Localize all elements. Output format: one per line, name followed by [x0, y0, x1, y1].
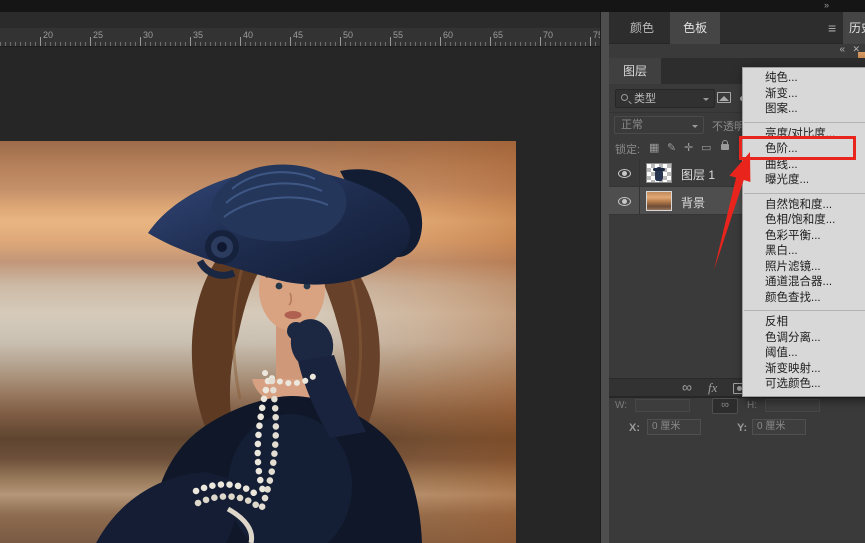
divider — [639, 159, 640, 186]
blend-mode-select[interactable]: 正常 — [614, 116, 704, 134]
menu-item-pattern[interactable]: 图案... — [743, 102, 865, 118]
lock-position-icon[interactable]: ✛ — [684, 141, 693, 154]
ruler-number: 35 — [193, 30, 203, 40]
ruler-number: 60 — [443, 30, 453, 40]
visibility-eye-icon[interactable] — [618, 197, 631, 206]
chevron-down-icon — [692, 125, 698, 131]
horizontal-ruler: 20 25 30 35 40 45 50 55 60 65 70 75 — [0, 28, 600, 47]
search-icon — [621, 94, 628, 101]
chevron-down-icon — [703, 98, 709, 104]
layer-filter-select[interactable]: 类型 — [615, 89, 715, 108]
filter-kind-label: 类型 — [634, 91, 656, 108]
menu-item-posterize[interactable]: 色调分离... — [743, 331, 865, 347]
layer-thumbnail[interactable] — [646, 163, 672, 183]
menu-item-selective-color[interactable]: 可选颜色... — [743, 377, 865, 393]
width-label: W: — [615, 400, 627, 411]
menu-item-solid-color[interactable]: 纯色... — [743, 71, 865, 87]
properties-wh-row: W: ∞ H: — [609, 398, 865, 415]
x-label: X: — [629, 422, 640, 434]
filter-pixel-layers-icon[interactable] — [717, 92, 731, 103]
menu-item-gradient[interactable]: 渐变... — [743, 87, 865, 103]
canvas-photo[interactable] — [0, 141, 516, 543]
layer-thumbnail[interactable] — [646, 191, 672, 211]
ruler-number: 70 — [543, 30, 553, 40]
collapse-panel-icon[interactable]: « — [839, 44, 843, 55]
tab-color[interactable]: 颜色 — [617, 12, 667, 44]
menu-item-invert[interactable]: 反相 — [743, 315, 865, 331]
properties-xy-row: X: 0 厘米 Y: 0 厘米 — [609, 415, 865, 442]
y-field[interactable]: 0 厘米 — [752, 419, 806, 435]
link-wh-icon[interactable]: ∞ — [712, 398, 738, 414]
ruler-major-ticks — [40, 37, 600, 46]
tab-history[interactable]: 历史 — [843, 12, 865, 44]
ruler-number: 45 — [293, 30, 303, 40]
ruler-number: 65 — [493, 30, 503, 40]
divider — [639, 187, 640, 214]
ruler-number: 30 — [143, 30, 153, 40]
tab-swatches[interactable]: 色板 — [670, 12, 720, 44]
options-bar — [0, 12, 600, 28]
title-strip: » — [0, 0, 865, 12]
x-field[interactable]: 0 厘米 — [647, 419, 701, 435]
menu-item-threshold[interactable]: 阈值... — [743, 346, 865, 362]
height-label: H: — [747, 400, 757, 411]
y-label: Y: — [737, 422, 747, 434]
height-field[interactable] — [765, 399, 820, 412]
tab-layers[interactable]: 图层 — [609, 58, 661, 84]
width-field[interactable] — [635, 399, 690, 412]
menu-separator — [744, 310, 865, 311]
ruler-number: 55 — [393, 30, 403, 40]
layer-style-fx-icon[interactable]: fx — [708, 380, 717, 396]
document-area: 20 25 30 35 40 45 50 55 60 65 70 75 — [0, 12, 600, 543]
panel-group-header: « ✕ — [609, 44, 865, 58]
ruler-number: 25 — [93, 30, 103, 40]
layer-figure — [655, 167, 663, 181]
blend-mode-value: 正常 — [621, 119, 643, 131]
panel-menu-icon[interactable]: ≡ — [828, 20, 836, 36]
collapse-panels-icon[interactable]: » — [824, 0, 828, 10]
red-arrow-annotation — [700, 145, 770, 280]
photo-illustration — [0, 141, 516, 543]
panel-divider[interactable] — [600, 12, 609, 543]
link-layers-icon[interactable]: ∞ — [682, 379, 692, 395]
lock-transparency-icon[interactable]: ▦ — [649, 141, 659, 154]
menu-separator — [744, 122, 865, 123]
color-panel-tabbar: 颜色 色板 ≡ 历史 — [609, 12, 865, 44]
visibility-eye-icon[interactable] — [618, 169, 631, 178]
ruler-number: 40 — [243, 30, 253, 40]
lock-label: 锁定: — [615, 141, 640, 157]
opacity-label: 不透明度: — [712, 118, 742, 134]
ruler-number: 20 — [43, 30, 53, 40]
lock-pixels-icon[interactable]: ✎ — [667, 141, 676, 154]
photoshop-window: { "window": { "top_chevrons": "»" }, "ru… — [0, 0, 865, 543]
menu-item-color-lookup[interactable]: 颜色查找... — [743, 291, 865, 307]
ruler-number: 50 — [343, 30, 353, 40]
menu-item-gradient-map[interactable]: 渐变映射... — [743, 362, 865, 378]
